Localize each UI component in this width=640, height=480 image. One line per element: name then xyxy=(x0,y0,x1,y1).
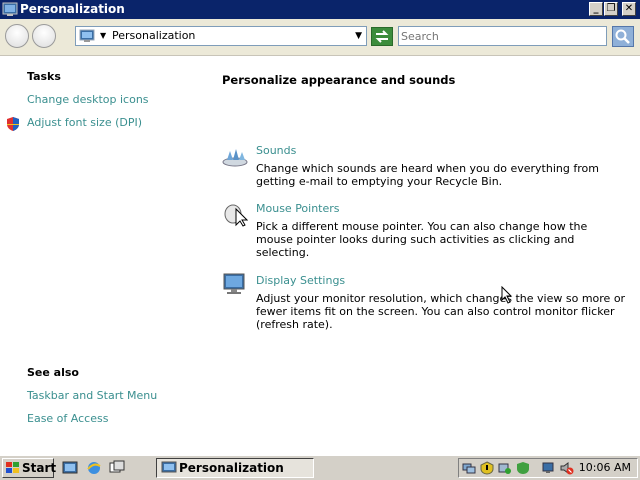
search-button[interactable] xyxy=(612,26,634,47)
taskbar-and-start-menu-link[interactable]: Taskbar and Start Menu xyxy=(27,389,157,402)
navigation-bar: ▼ Personalization ▼ xyxy=(0,19,640,56)
taskbar-item-label: Personalization xyxy=(179,461,284,475)
display-settings-description: Adjust your monitor resolution, which ch… xyxy=(256,292,626,331)
title-bar[interactable]: Personalization _ ❐ ✕ xyxy=(0,0,640,19)
display-tray-icon[interactable] xyxy=(542,461,556,475)
windows-logo-icon xyxy=(6,462,19,473)
mouse-pointers-link[interactable]: Mouse Pointers xyxy=(256,202,340,215)
sounds-link[interactable]: Sounds xyxy=(256,144,296,157)
restore-button[interactable]: ❐ xyxy=(604,2,618,16)
back-button[interactable] xyxy=(5,24,29,48)
start-label: Start xyxy=(22,461,57,475)
switch-windows-icon[interactable] xyxy=(109,460,125,475)
close-button[interactable]: ✕ xyxy=(622,2,636,16)
internet-explorer-icon[interactable] xyxy=(86,460,102,475)
updates-icon[interactable] xyxy=(498,461,512,475)
shield-check-icon[interactable] xyxy=(516,461,530,475)
forward-button[interactable] xyxy=(32,24,56,48)
network-icon[interactable] xyxy=(462,461,476,475)
chevron-down-icon[interactable]: ▼ xyxy=(355,27,362,45)
sounds-description: Change which sounds are heard when you d… xyxy=(256,162,599,188)
address-text: Personalization xyxy=(112,29,196,42)
control-panel-icon xyxy=(2,2,18,16)
show-desktop-icon[interactable] xyxy=(62,460,78,475)
adjust-font-size-link[interactable]: Adjust font size (DPI) xyxy=(27,116,142,129)
ease-of-access-link[interactable]: Ease of Access xyxy=(27,412,108,425)
see-also-heading: See also xyxy=(27,366,79,379)
refresh-icon xyxy=(375,30,389,43)
taskbar: Start Personalization 10:06 AM xyxy=(0,455,640,480)
mouse-pointers-description: Pick a different mouse pointer. You can … xyxy=(256,220,588,259)
tasks-heading: Tasks xyxy=(27,70,61,83)
address-bar[interactable]: ▼ Personalization ▼ xyxy=(75,26,367,46)
system-tray: 10:06 AM xyxy=(458,458,638,478)
window-title: Personalization xyxy=(20,2,125,16)
clock[interactable]: 10:06 AM xyxy=(579,461,631,474)
control-panel-icon xyxy=(79,29,95,42)
display-settings-link[interactable]: Display Settings xyxy=(256,274,345,287)
search-input[interactable] xyxy=(401,28,601,44)
display-icon[interactable] xyxy=(222,272,248,298)
shield-icon xyxy=(7,117,19,131)
sounds-icon[interactable] xyxy=(222,142,248,168)
search-box[interactable] xyxy=(398,26,607,46)
refresh-button[interactable] xyxy=(371,27,393,46)
minimize-button[interactable]: _ xyxy=(589,2,603,16)
search-icon xyxy=(615,29,630,44)
breadcrumb-arrow-icon[interactable]: ▼ xyxy=(100,27,106,45)
mouse-cursor-icon xyxy=(501,286,513,304)
security-alert-icon[interactable] xyxy=(480,461,494,475)
volume-muted-icon[interactable] xyxy=(560,461,574,475)
start-button[interactable]: Start xyxy=(2,458,57,478)
sidebar: Tasks Change desktop icons Adjust font s… xyxy=(0,56,200,452)
mouse-pointers-icon[interactable] xyxy=(222,201,248,227)
control-panel-icon xyxy=(161,461,177,473)
page-heading: Personalize appearance and sounds xyxy=(222,73,456,87)
change-desktop-icons-link[interactable]: Change desktop icons xyxy=(27,93,149,106)
taskbar-item-personalization[interactable]: Personalization xyxy=(156,458,314,478)
